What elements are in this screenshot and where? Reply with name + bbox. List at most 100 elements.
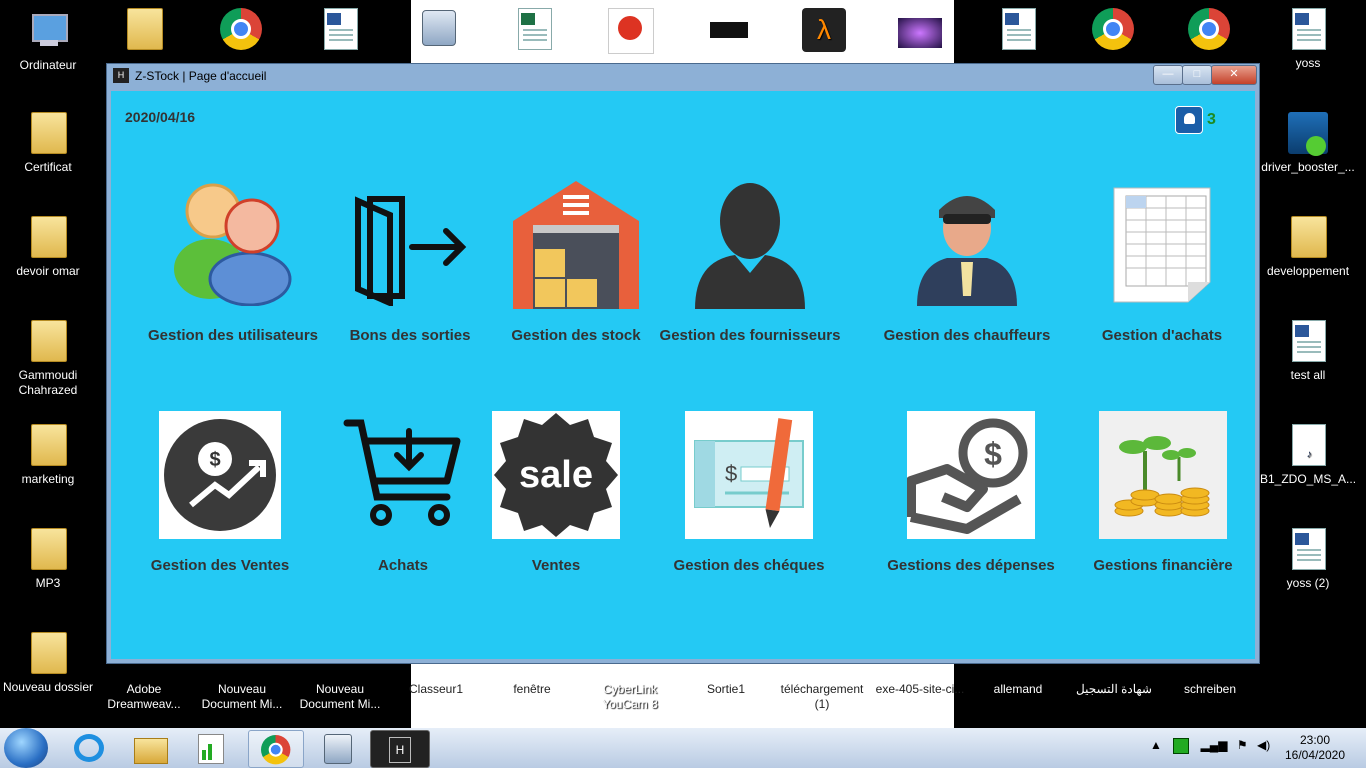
- desktop-icon-top-printer[interactable]: [680, 8, 776, 56]
- desktop-icon-top-halflife[interactable]: λ: [776, 8, 872, 56]
- half-life-icon: λ: [802, 8, 846, 52]
- red-logo-icon: [608, 8, 654, 54]
- driver-icon: [917, 186, 1017, 306]
- desktop-icon-certificat[interactable]: Certificat: [0, 112, 96, 175]
- desktop-icon-top-word-2[interactable]: [970, 8, 1066, 56]
- internet-explorer-icon[interactable]: [64, 730, 118, 766]
- taskbar-clock[interactable]: 23:00 16/04/2020: [1270, 733, 1360, 763]
- tile-gestions-depenses[interactable]: $ Gestions des dépenses: [876, 411, 1066, 574]
- folder-icon: [1286, 216, 1330, 260]
- desktop-icon-label: Ordinateur: [19, 58, 77, 72]
- maximize-button[interactable]: □: [1182, 65, 1212, 85]
- virtualbox-icon: [416, 8, 460, 52]
- desktop-icon-gammoudi[interactable]: Gammoudi Chahrazed: [0, 320, 96, 398]
- folder-icon: [26, 528, 70, 572]
- desktop-icon-dreamweaver[interactable]: Adobe Dreamweav...: [96, 682, 192, 712]
- tile-gestion-fournisseurs[interactable]: Gestion des fournisseurs: [655, 181, 845, 344]
- taskbar-chrome-button[interactable]: [248, 730, 304, 768]
- galaxy-image-icon: [898, 8, 942, 52]
- volume-icon[interactable]: ◀): [1257, 738, 1270, 752]
- desktop-icon-mp3[interactable]: MP3: [0, 528, 96, 591]
- flag-icon[interactable]: ⚑: [1237, 738, 1248, 752]
- chart-app-icon[interactable]: [184, 730, 238, 766]
- desktop-icon-label: Gammoudi Chahrazed: [18, 368, 78, 397]
- desktop-icon-label: شهادة التسجيل: [1076, 682, 1152, 696]
- supplier-person-icon: [695, 181, 805, 309]
- desktop-icon-marketing[interactable]: marketing: [0, 424, 96, 487]
- desktop-icon-label: Certificat: [24, 160, 72, 174]
- show-hidden-icons-icon[interactable]: ▲: [1150, 738, 1162, 752]
- tile-label: Gestion des Ventes: [150, 557, 290, 574]
- network-icon[interactable]: ▂▄▆: [1201, 738, 1228, 752]
- exit-door-icon: [350, 191, 470, 308]
- notification-bell-icon[interactable]: [1175, 106, 1203, 134]
- tile-gestion-utilisateurs[interactable]: Gestion des utilisateurs: [138, 181, 328, 344]
- desktop-icon-driver-booster[interactable]: driver_booster_...: [1260, 112, 1356, 175]
- tile-gestions-financiere[interactable]: Gestions financière: [1068, 411, 1258, 574]
- close-button[interactable]: ✕: [1211, 65, 1257, 85]
- printer-icon: [706, 8, 750, 52]
- tile-ventes[interactable]: sale Ventes: [461, 411, 651, 574]
- tile-gestion-achats[interactable]: Gestion d'achats: [1067, 186, 1257, 344]
- desktop-icon-top-chrome-2[interactable]: [1066, 8, 1162, 56]
- desktop-icon-top-logo[interactable]: [582, 8, 678, 56]
- desktop-icon-top-galaxy[interactable]: [872, 8, 968, 56]
- desktop-icon-telechargement[interactable]: téléchargement (1): [774, 682, 870, 712]
- word-document-icon: [996, 8, 1040, 52]
- desktop-icon-top-chrome-3[interactable]: [1162, 8, 1258, 56]
- app-window: H Z-STock | Page d'accueil — □ ✕ 2020/04…: [106, 63, 1260, 664]
- svg-text:$: $: [209, 449, 220, 471]
- desktop-icon-top-word[interactable]: [292, 8, 388, 56]
- cheque-icon: $: [685, 411, 813, 539]
- desktop-icon-youcam[interactable]: CyberLink YouCam 8: [582, 682, 678, 712]
- tile-label: Gestion des chauffeurs: [883, 327, 1051, 344]
- tile-gestion-ventes[interactable]: $ Gestion des Ventes: [125, 411, 315, 574]
- hand-coin-icon: $: [906, 411, 1035, 539]
- desktop-icon-label: developpement: [1266, 264, 1350, 278]
- svg-text:$: $: [984, 436, 1002, 472]
- desktop-icon-top-folder[interactable]: [96, 8, 192, 56]
- desktop-icon-top-excel[interactable]: [486, 8, 582, 56]
- iobit-driver-booster-icon: [1286, 112, 1330, 156]
- window-titlebar[interactable]: H Z-STock | Page d'accueil — □ ✕: [107, 64, 1259, 88]
- desktop-icon-classeur1[interactable]: Classeur1: [388, 682, 484, 697]
- cart-download-icon: [343, 417, 463, 529]
- desktop-icon-ordinateur[interactable]: Ordinateur: [0, 10, 96, 73]
- green-tray-icon[interactable]: [1173, 738, 1190, 754]
- desktop-icon-nouveau-doc-2[interactable]: Nouveau Document Mi...: [292, 682, 388, 712]
- desktop-icon-schreiben[interactable]: schreiben: [1162, 682, 1258, 697]
- desktop-icon-devoir-omar[interactable]: devoir omar: [0, 216, 96, 279]
- word-document-icon: [1286, 528, 1330, 572]
- desktop-icon-allemand[interactable]: allemand: [970, 682, 1066, 697]
- tile-bons-sorties[interactable]: Bons des sorties: [315, 191, 505, 344]
- tile-gestion-stock[interactable]: Gestion des stock: [481, 181, 671, 344]
- desktop-icon-yoss-2[interactable]: yoss (2): [1260, 528, 1356, 591]
- desktop-icon-fenetre[interactable]: fenêtre: [484, 682, 580, 697]
- start-button[interactable]: [4, 728, 48, 768]
- desktop-icon-label: devoir omar: [16, 264, 80, 278]
- zstock-taskbar-button[interactable]: H: [370, 730, 430, 768]
- app-logo-icon: H: [389, 737, 411, 763]
- desktop-icon-developpement[interactable]: developpement: [1260, 216, 1356, 279]
- desktop-icon-sortie1[interactable]: Sortie1: [678, 682, 774, 697]
- sale-badge-icon: sale: [492, 411, 620, 539]
- desktop-icon-arabic-doc[interactable]: شهادة التسجيل: [1066, 682, 1162, 697]
- tile-gestion-chauffeurs[interactable]: Gestion des chauffeurs: [872, 186, 1062, 344]
- virtualbox-taskbar-icon[interactable]: [310, 730, 364, 766]
- desktop-icon-test-all[interactable]: test all: [1260, 320, 1356, 383]
- minimize-button[interactable]: —: [1153, 65, 1183, 85]
- app-logo-icon: H: [113, 68, 129, 83]
- desktop-icon-label: Nouveau Document Mi...: [201, 682, 283, 711]
- coins-plant-icon: [1099, 411, 1227, 539]
- desktop-icon-top-chrome[interactable]: [194, 8, 290, 56]
- desktop-icon-top-box[interactable]: [390, 8, 486, 56]
- file-explorer-icon[interactable]: [124, 730, 178, 766]
- tile-gestion-cheques[interactable]: $ Gestion des chéques: [654, 411, 844, 574]
- desktop-icon-exe-405[interactable]: exe-405-site-ci...: [872, 682, 968, 697]
- desktop-icon-yoss[interactable]: yoss: [1260, 8, 1356, 71]
- sale-badge-text: sale: [519, 454, 593, 496]
- desktop-icon-nouveau-dossier[interactable]: Nouveau dossier: [0, 632, 96, 695]
- tile-label: Gestion d'achats: [1101, 327, 1223, 344]
- desktop-icon-mp3-file[interactable]: ♪ B1_ZDO_MS_A...: [1260, 424, 1356, 487]
- desktop-icon-nouveau-doc-1[interactable]: Nouveau Document Mi...: [194, 682, 290, 712]
